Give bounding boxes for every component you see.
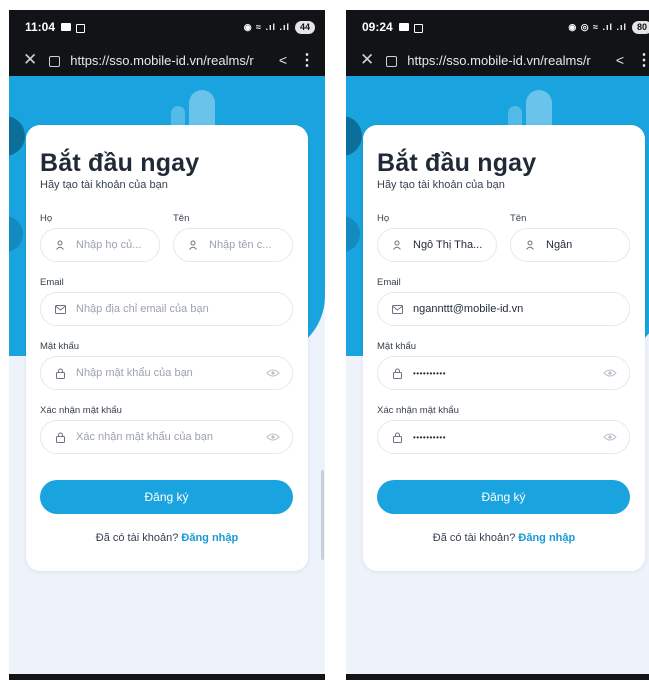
navigation-bar — [9, 674, 325, 680]
confirm-password-label: Xác nhận mật khẩu — [40, 405, 122, 416]
signup-card: Bắt đầu ngay Hãy tạo tài khoản của bạn H… — [363, 125, 645, 571]
first-name-label: Tên — [510, 213, 527, 224]
password-value: •••••••••• — [413, 368, 447, 378]
battery-icon: 44 — [295, 20, 315, 34]
login-prompt: Đã có tài khoản? Đăng nhập — [26, 532, 308, 544]
more-vert-icon[interactable]: ⋮ — [636, 50, 649, 70]
status-time: 11:04 — [25, 20, 56, 34]
browser-url-bar: ✕ https://sso.mobile-id.vn/realms/r < ⋮ — [9, 44, 325, 76]
password-label: Mật khẩu — [377, 341, 417, 352]
eye-icon[interactable] — [601, 433, 619, 441]
close-icon[interactable]: ✕ — [23, 50, 37, 70]
email-value: ngannttt@mobile-id.vn — [413, 303, 524, 315]
login-link[interactable]: Đăng nhập — [518, 532, 575, 544]
phone-screen-empty: 11:04 ◉ ≈ .ıl .ıl 44 ✕ https://sso.mobil… — [9, 10, 325, 680]
hero-decoration — [9, 116, 25, 156]
register-button[interactable]: Đăng ký — [377, 480, 630, 514]
last-name-value: Ngô Thị Tha... — [413, 239, 483, 251]
hero-decoration — [346, 116, 362, 156]
lock-icon — [53, 368, 67, 379]
confirm-password-field[interactable]: Xác nhận mật khẩu của bạn — [40, 420, 293, 454]
status-bar: 09:24 ◉ ◎ ≈ .ıl .ıl 80 — [346, 10, 649, 44]
email-field[interactable]: Nhập địa chỉ email của bạn — [40, 292, 293, 326]
hero-decoration — [9, 216, 23, 252]
signal-icon: ◉ ≈ .ıl .ıl — [243, 21, 290, 32]
lock-status-icon — [76, 23, 86, 33]
person-icon — [53, 240, 67, 250]
lock-icon[interactable] — [49, 55, 61, 67]
scrollbar[interactable] — [321, 470, 324, 560]
share-icon[interactable]: < — [616, 52, 624, 68]
page-subtitle: Hãy tạo tài khoản của bạn — [40, 179, 168, 191]
have-account-text: Đã có tài khoản? — [95, 532, 179, 544]
signal-icon: ◉ ◎ ≈ .ıl .ıl — [568, 21, 627, 32]
first-name-value: Ngân — [546, 239, 573, 251]
first-name-input[interactable]: Ngân — [510, 228, 630, 262]
hero-decoration — [346, 216, 360, 252]
last-name-value: Nhập họ củ... — [76, 239, 142, 251]
confirm-password-value: •••••••••• — [413, 432, 447, 442]
message-icon — [398, 23, 409, 31]
page-subtitle: Hãy tạo tài khoản của bạn — [377, 179, 505, 191]
lock-icon — [390, 432, 404, 443]
more-vert-icon[interactable]: ⋮ — [299, 50, 315, 70]
password-label: Mật khẩu — [40, 341, 80, 352]
battery-icon: 80 — [632, 20, 649, 34]
page-title: Bắt đầu ngay — [377, 149, 537, 177]
login-link[interactable]: Đăng nhập — [181, 532, 238, 544]
login-prompt: Đã có tài khoản? Đăng nhập — [363, 532, 645, 544]
last-name-label: Họ — [377, 213, 390, 224]
lock-icon — [390, 368, 404, 379]
confirm-password-value: Xác nhận mật khẩu của bạn — [76, 431, 213, 443]
navigation-bar — [346, 674, 649, 680]
last-name-label: Họ — [40, 213, 53, 224]
last-name-input[interactable]: Ngô Thị Tha... — [377, 228, 497, 262]
have-account-text: Đã có tài khoản? — [432, 532, 516, 544]
message-icon — [61, 23, 72, 31]
last-name-input[interactable]: Nhập họ củ... — [40, 228, 160, 262]
confirm-password-field[interactable]: •••••••••• — [377, 420, 630, 454]
confirm-password-label: Xác nhận mật khẩu — [377, 405, 459, 416]
page-title: Bắt đầu ngay — [40, 149, 200, 177]
share-icon[interactable]: < — [279, 52, 287, 68]
lock-icon — [53, 432, 67, 443]
eye-icon[interactable] — [601, 369, 619, 377]
eye-icon[interactable] — [264, 369, 282, 377]
status-indicators: ◉ ≈ .ıl .ıl 44 — [243, 20, 315, 34]
status-time: 09:24 — [362, 20, 393, 34]
url-text[interactable]: https://sso.mobile-id.vn/realms/r — [407, 53, 608, 68]
lock-icon[interactable] — [386, 55, 398, 67]
browser-url-bar: ✕ https://sso.mobile-id.vn/realms/r < ⋮ — [346, 44, 649, 76]
email-label: Email — [377, 277, 401, 288]
person-icon — [186, 240, 200, 250]
status-indicators: ◉ ◎ ≈ .ıl .ıl 80 — [568, 20, 649, 34]
mail-icon — [390, 304, 404, 314]
signup-card: Bắt đầu ngay Hãy tạo tài khoản của bạn H… — [26, 125, 308, 571]
eye-icon[interactable] — [264, 433, 282, 441]
email-field[interactable]: ngannttt@mobile-id.vn — [377, 292, 630, 326]
first-name-label: Tên — [173, 213, 190, 224]
phone-screen-filled: 09:24 ◉ ◎ ≈ .ıl .ıl 80 ✕ https://sso.mob… — [346, 10, 649, 680]
person-icon — [523, 240, 537, 250]
url-text[interactable]: https://sso.mobile-id.vn/realms/r — [70, 53, 271, 68]
mail-icon — [53, 304, 67, 314]
email-label: Email — [40, 277, 64, 288]
first-name-value: Nhập tên c... — [209, 239, 272, 251]
lock-status-icon — [413, 23, 423, 33]
password-field[interactable]: Nhập mật khẩu của bạn — [40, 356, 293, 390]
password-value: Nhập mật khẩu của bạn — [76, 367, 193, 379]
first-name-input[interactable]: Nhập tên c... — [173, 228, 293, 262]
password-field[interactable]: •••••••••• — [377, 356, 630, 390]
status-bar: 11:04 ◉ ≈ .ıl .ıl 44 — [9, 10, 325, 44]
person-icon — [390, 240, 404, 250]
email-value: Nhập địa chỉ email của bạn — [76, 303, 209, 315]
register-button[interactable]: Đăng ký — [40, 480, 293, 514]
close-icon[interactable]: ✕ — [360, 50, 374, 70]
